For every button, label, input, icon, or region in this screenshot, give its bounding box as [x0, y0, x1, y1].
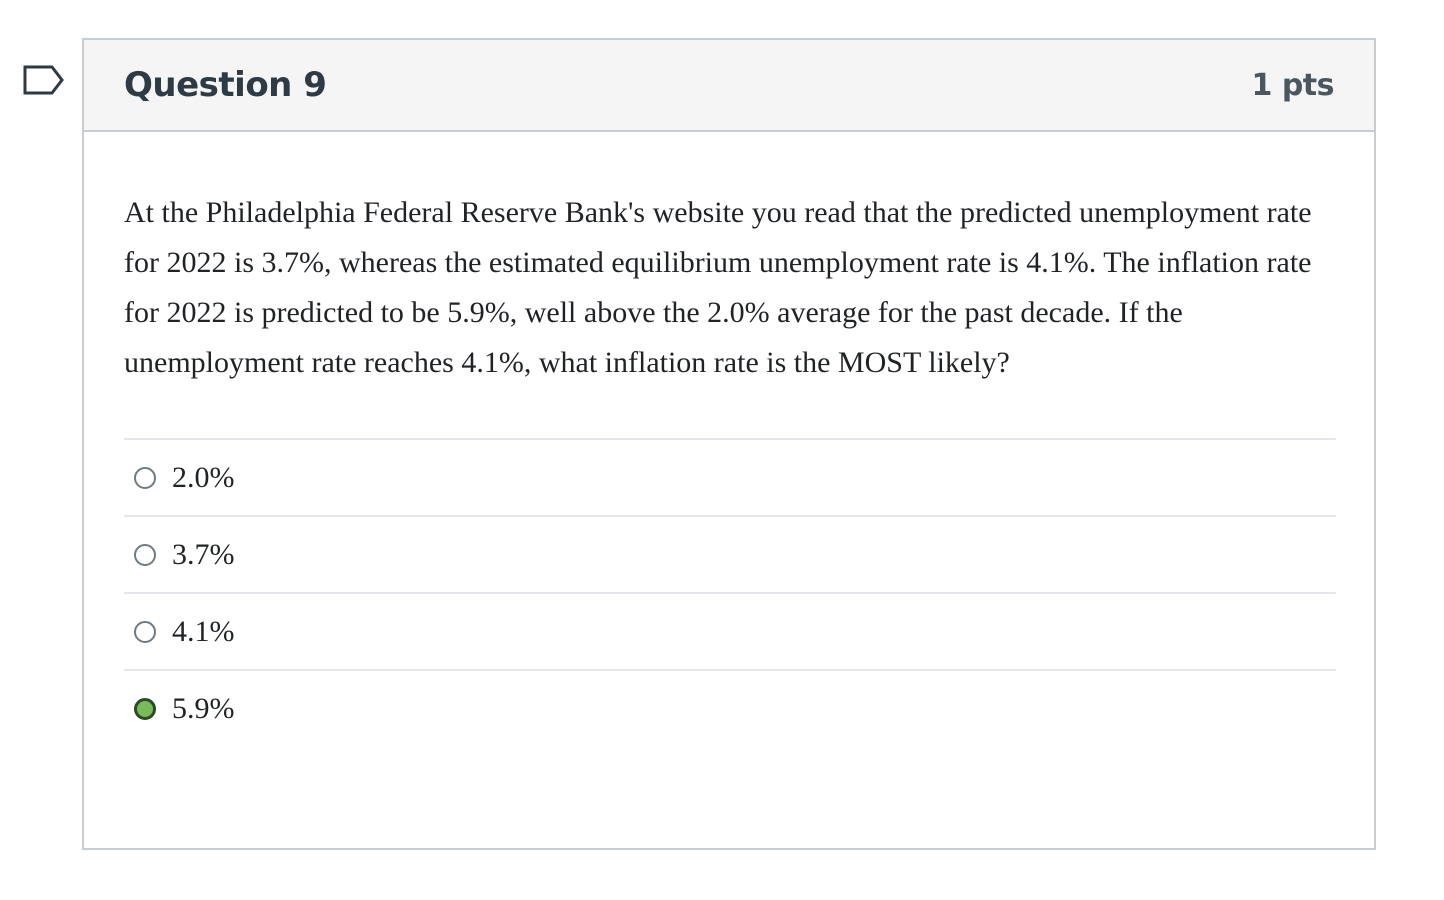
question-body: At the Philadelphia Federal Reserve Bank…	[84, 132, 1374, 746]
answer-label: 5.9%	[172, 691, 235, 725]
question-card: Question 9 1 pts At the Philadelphia Fed…	[82, 38, 1376, 850]
answer-label: 2.0%	[172, 460, 235, 494]
question-header: Question 9 1 pts	[84, 40, 1374, 132]
question-text: At the Philadelphia Federal Reserve Bank…	[124, 196, 1312, 379]
flag-question-icon[interactable]	[22, 64, 66, 102]
radio-button[interactable]	[134, 620, 156, 643]
quiz-page: Question 9 1 pts At the Philadelphia Fed…	[0, 0, 1444, 900]
answer-label: 3.7%	[172, 537, 235, 571]
answer-option[interactable]: 4.1%	[124, 594, 1336, 671]
radio-button[interactable]	[134, 543, 156, 566]
answer-option[interactable]: 2.0%	[124, 440, 1336, 517]
question-title: Question 9	[124, 65, 327, 105]
answer-option[interactable]: 3.7%	[124, 517, 1336, 594]
radio-button[interactable]	[134, 697, 156, 720]
answer-option[interactable]: 5.9%	[124, 671, 1336, 746]
question-points: 1 pts	[1251, 67, 1335, 103]
answer-list: 2.0% 3.7% 4.1% 5.9%	[124, 438, 1336, 746]
radio-button[interactable]	[134, 466, 156, 489]
answer-label: 4.1%	[172, 614, 235, 648]
